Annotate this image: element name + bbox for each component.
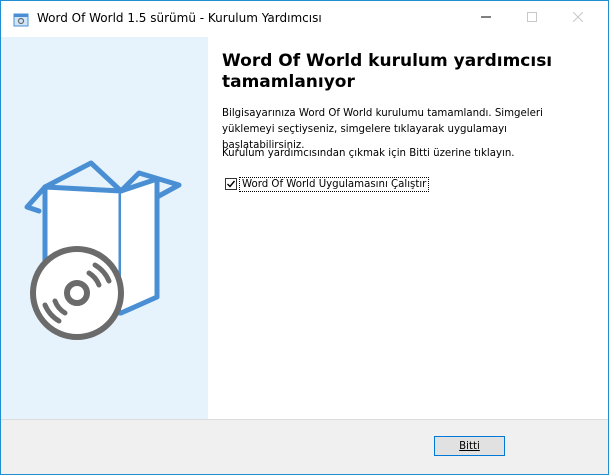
checkmark-icon <box>227 180 236 188</box>
installer-window: Word Of World 1.5 sürümü - Kurulum Yardı… <box>0 0 609 475</box>
finish-button[interactable]: Bitti <box>434 436 505 456</box>
box-disc-icon <box>24 160 182 340</box>
exit-instruction: Kurulum yardımcısından çıkmak için Bitti… <box>222 148 515 159</box>
maximize-button[interactable] <box>509 1 555 33</box>
finish-button-label: Bitti <box>459 440 480 452</box>
button-bar <box>1 419 608 474</box>
run-app-checkbox-row[interactable]: Word Of World Uygulamasını Çalıştır <box>225 175 430 193</box>
wizard-sidebar <box>1 37 208 419</box>
close-icon <box>573 12 583 22</box>
window-title: Word Of World 1.5 sürümü - Kurulum Yardı… <box>37 11 322 25</box>
minimize-icon <box>481 16 491 18</box>
run-app-checkbox-label[interactable]: Word Of World Uygulamasını Çalıştır <box>238 176 430 192</box>
minimize-button[interactable] <box>463 1 509 33</box>
page-title: Word Of World kurulum yardımcısı tamamla… <box>222 51 553 92</box>
title-bar[interactable]: Word Of World 1.5 sürümü - Kurulum Yardı… <box>1 1 608 37</box>
installer-app-icon <box>13 13 29 27</box>
close-button[interactable] <box>555 1 601 33</box>
maximize-icon <box>527 12 537 22</box>
run-app-checkbox[interactable] <box>225 178 237 190</box>
